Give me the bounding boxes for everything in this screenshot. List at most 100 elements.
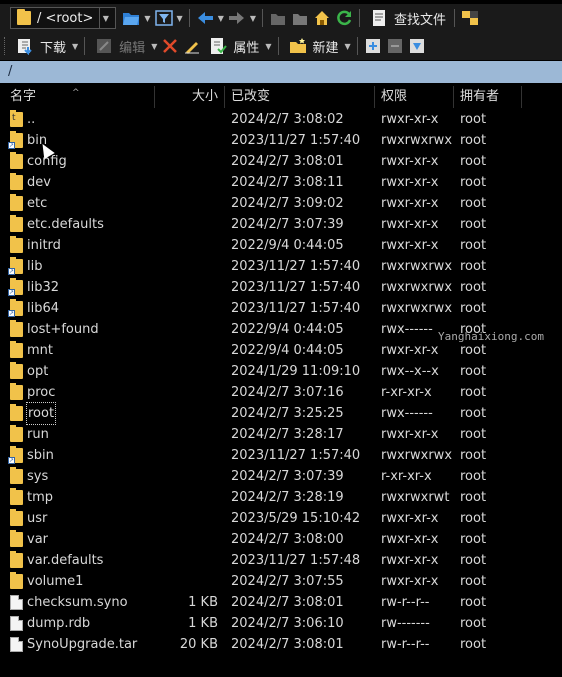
file-row[interactable]: checksum.syno 1 KB 2024/2/7 3:08:01 rw-r--r…	[0, 592, 562, 613]
file-owner: root	[460, 511, 487, 526]
file-name: etc	[27, 196, 48, 211]
file-modified: 2022/9/4 0:44:05	[231, 238, 344, 253]
column-permissions[interactable]: 权限	[375, 86, 454, 108]
file-row[interactable]: tmp 2024/2/7 3:28:19 rwxrwxrwt root	[0, 487, 562, 508]
file-row[interactable]: mnt 2022/9/4 0:44:05 rwxr-xr-x root	[0, 340, 562, 361]
folder-icon	[10, 509, 23, 526]
file-owner: root	[460, 343, 487, 358]
file-row[interactable]: ↗ lib64 2023/11/27 1:57:40 rwxrwxrwx root	[0, 298, 562, 319]
forward-arrow-icon[interactable]	[228, 9, 246, 27]
file-row[interactable]: ↗ bin 2023/11/27 1:57:40 rwxrwxrwx root	[0, 130, 562, 151]
home-icon[interactable]	[313, 9, 331, 27]
chevron-down-icon[interactable]: ▼	[144, 14, 150, 23]
file-row[interactable]: ↗ sbin 2023/11/27 1:57:40 rwxrwxrwx root	[0, 445, 562, 466]
folder-icon	[10, 341, 23, 358]
chevron-down-icon[interactable]: ▼	[218, 14, 224, 23]
file-row[interactable]: opt 2024/1/29 11:09:10 rwx--x--x root	[0, 361, 562, 382]
select-filter-icon[interactable]	[408, 37, 426, 55]
chevron-down-icon[interactable]: ▼	[151, 42, 157, 51]
file-row[interactable]: config 2024/2/7 3:08:01 rwxr-xr-x root	[0, 151, 562, 172]
file-permissions: rwx------	[381, 406, 433, 421]
file-row[interactable]: run 2024/2/7 3:28:17 rwxr-xr-x root	[0, 424, 562, 445]
delete-icon[interactable]	[161, 37, 179, 55]
folder-icon	[10, 173, 23, 190]
symlink-icon: ↗	[8, 299, 23, 317]
plus-icon[interactable]	[364, 37, 382, 55]
separator	[262, 9, 263, 27]
path-combo-value: / <root>	[37, 10, 94, 26]
find-files-button[interactable]: 查找文件	[364, 6, 450, 30]
file-modified: 2024/2/7 3:08:01	[231, 637, 344, 652]
chevron-down-icon[interactable]: ▼	[99, 7, 111, 29]
chevron-down-icon[interactable]: ▼	[345, 42, 351, 51]
watermark: Yanghaixiong.com	[438, 330, 544, 343]
file-row[interactable]: var.defaults 2023/11/27 1:57:48 rwxr-xr-x r…	[0, 550, 562, 571]
file-owner: root	[460, 385, 487, 400]
file-row[interactable]: proc 2024/2/7 3:07:16 r-xr-xr-x root	[0, 382, 562, 403]
column-name[interactable]: 名字 ^	[0, 86, 155, 108]
file-row[interactable]: initrd 2022/9/4 0:44:05 rwxr-xr-x root	[0, 235, 562, 256]
chevron-down-icon[interactable]: ▼	[177, 14, 183, 23]
current-path-bar[interactable]: /	[0, 61, 562, 83]
file-owner: root	[460, 448, 487, 463]
file-row[interactable]: root 2024/2/7 3:25:25 rwx------ root	[0, 402, 562, 425]
separator	[277, 37, 279, 55]
file-name: dev	[27, 175, 51, 190]
chevron-down-icon[interactable]: ▼	[72, 42, 78, 51]
download-button[interactable]: 下载	[10, 34, 70, 58]
file-permissions: rwxr-xr-x	[381, 154, 439, 169]
folder-icon	[10, 320, 23, 337]
open-folder-icon[interactable]	[122, 9, 140, 27]
back-arrow-icon[interactable]	[196, 9, 214, 27]
chevron-down-icon[interactable]: ▼	[250, 14, 256, 23]
file-row[interactable]: volume1 2024/2/7 3:07:55 rwxr-xr-x root	[0, 571, 562, 592]
file-permissions: r-xr-xr-x	[381, 469, 432, 484]
file-row[interactable]: dump.rdb 1 KB 2024/2/7 3:06:10 rw------- roo…	[0, 613, 562, 634]
file-row[interactable]: sys 2024/2/7 3:07:39 r-xr-xr-x root	[0, 466, 562, 487]
file-row[interactable]: dev 2024/2/7 3:08:11 rwxr-xr-x root	[0, 172, 562, 193]
file-permissions: rw-r--r--	[381, 637, 430, 652]
file-owner: root	[460, 259, 487, 274]
file-permissions: rw-r--r--	[381, 595, 430, 610]
parent-directory-icon[interactable]	[269, 9, 287, 27]
file-row[interactable]: etc 2024/2/7 3:09:02 rwxr-xr-x root	[0, 193, 562, 214]
file-modified: 2024/2/7 3:07:16	[231, 385, 344, 400]
refresh-icon[interactable]	[335, 9, 353, 27]
new-button[interactable]: 新建	[283, 34, 343, 58]
symlink-icon: ↗	[8, 278, 23, 296]
file-row[interactable]: t.. 2024/2/7 3:08:02 rwxr-xr-x root	[0, 109, 562, 130]
queue-icon[interactable]	[461, 9, 479, 27]
column-owner[interactable]: 拥有者	[454, 86, 522, 108]
root-directory-icon[interactable]	[291, 9, 309, 27]
file-row[interactable]: SynoUpgrade.tar 20 KB 2024/2/7 3:08:01 rw-r…	[0, 634, 562, 655]
file-owner: root	[460, 595, 487, 610]
minus-icon[interactable]	[386, 37, 404, 55]
file-row[interactable]: ↗ lib32 2023/11/27 1:57:40 rwxrwxrwx root	[0, 277, 562, 298]
file-permissions: rwxr-xr-x	[381, 574, 439, 589]
file-icon	[10, 637, 23, 652]
separator	[188, 9, 190, 27]
edit-button[interactable]: 编辑	[89, 34, 149, 58]
column-size[interactable]: 大小	[155, 86, 225, 108]
properties-button[interactable]: 属性	[203, 34, 263, 58]
file-permissions: rwxr-xr-x	[381, 427, 439, 442]
file-row[interactable]: usr 2023/5/29 15:10:42 rwxr-xr-x root	[0, 508, 562, 529]
file-modified: 2024/2/7 3:28:19	[231, 490, 344, 505]
file-row[interactable]: etc.defaults 2024/2/7 3:07:39 rwxr-xr-x roo…	[0, 214, 562, 235]
file-name: run	[27, 427, 49, 442]
file-modified: 2024/2/7 3:07:55	[231, 574, 344, 589]
chevron-down-icon[interactable]: ▼	[265, 42, 271, 51]
column-modified[interactable]: 已改变	[225, 86, 375, 108]
file-permissions: rwxr-xr-x	[381, 238, 439, 253]
file-row[interactable]: ↗ lib 2023/11/27 1:57:40 rwxrwxrwx root	[0, 256, 562, 277]
file-modified: 2023/11/27 1:57:40	[231, 259, 361, 274]
rename-icon[interactable]	[183, 37, 201, 55]
file-name: initrd	[27, 238, 61, 253]
file-modified: 2024/2/7 3:07:39	[231, 217, 344, 232]
filter-icon[interactable]	[154, 9, 173, 27]
file-name: dump.rdb	[27, 616, 91, 631]
column-header: 名字 ^ 大小 已改变 权限 拥有者	[0, 86, 562, 108]
file-row[interactable]: var 2024/2/7 3:08:00 rwxr-xr-x root	[0, 529, 562, 550]
file-owner: root	[460, 154, 487, 169]
path-combo[interactable]: / <root> ▼	[10, 7, 117, 29]
